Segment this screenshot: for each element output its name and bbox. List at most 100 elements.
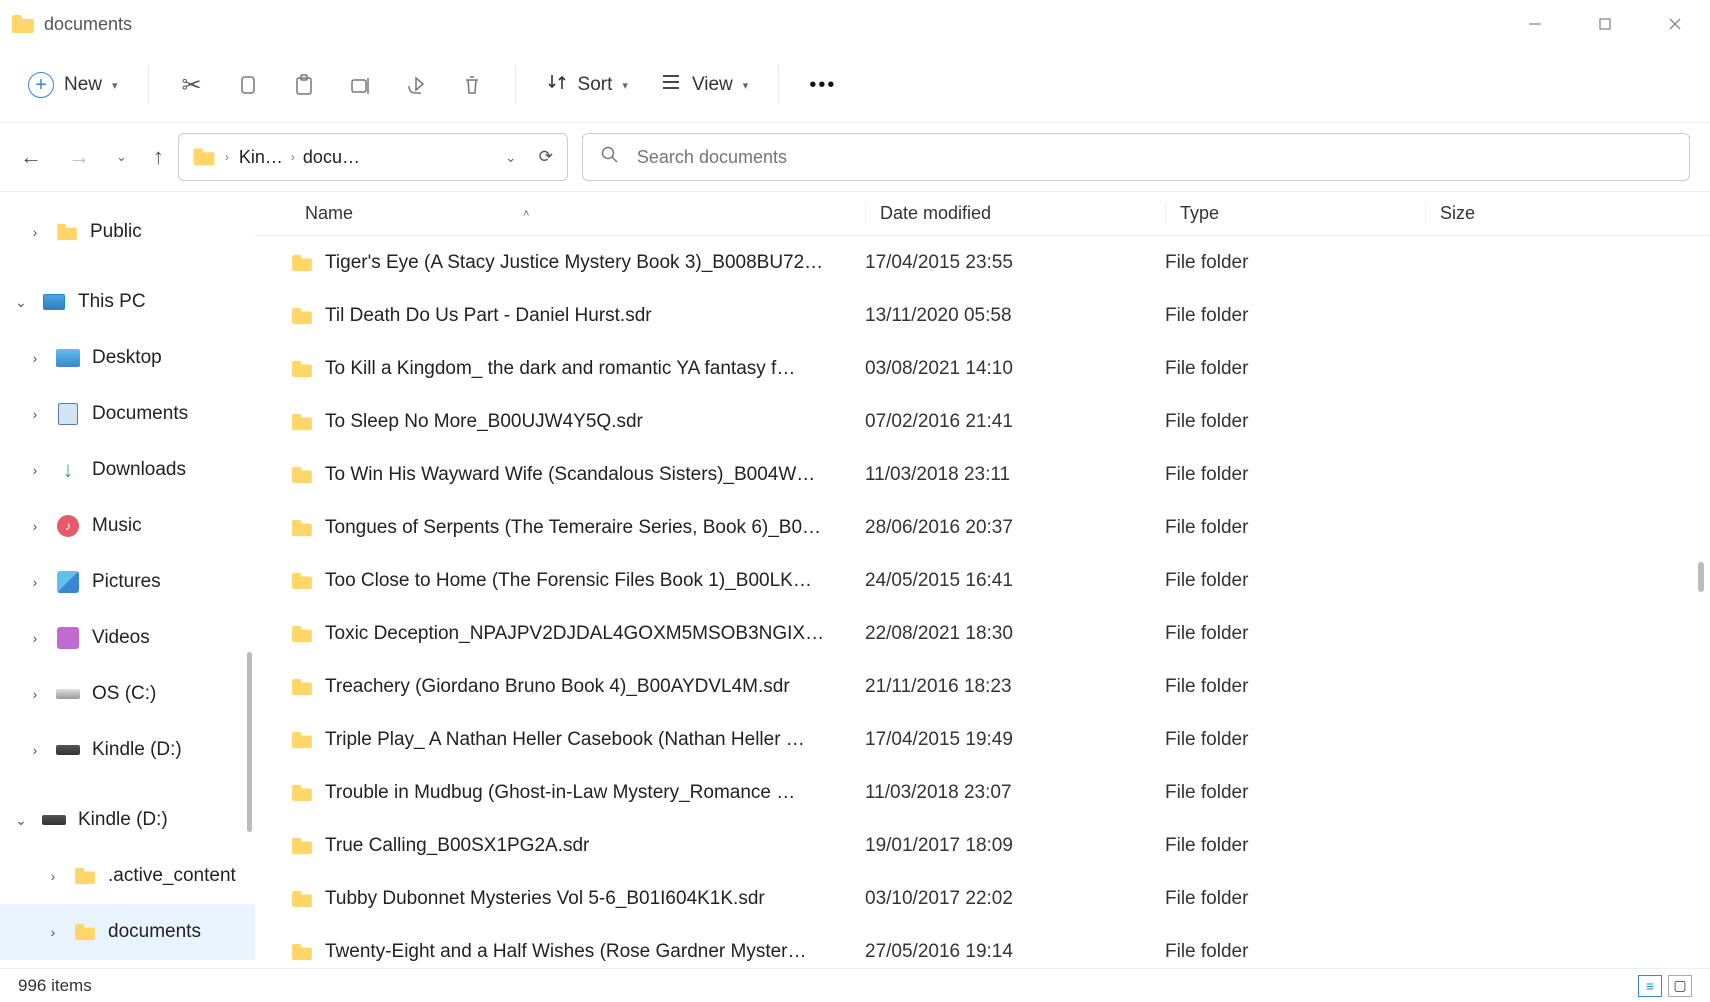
table-row[interactable]: True Calling_B00SX1PG2A.sdr19/01/2017 18… xyxy=(255,819,1710,872)
expander-icon[interactable]: › xyxy=(26,630,44,646)
table-row[interactable]: Too Close to Home (The Forensic Files Bo… xyxy=(255,554,1710,607)
sidebar-item-music[interactable]: › ♪ Music xyxy=(0,498,255,554)
table-row[interactable]: Tubby Dubonnet Mysteries Vol 5-6_B01I604… xyxy=(255,872,1710,925)
expander-icon[interactable]: › xyxy=(26,518,44,534)
separator xyxy=(778,66,779,104)
sidebar-item-thispc[interactable]: ⌄ This PC xyxy=(0,274,255,330)
share-icon[interactable] xyxy=(403,72,429,98)
col-name[interactable]: Name ˄ xyxy=(305,203,865,224)
new-label: New xyxy=(64,74,102,96)
breadcrumb[interactable]: Kin… › docu… xyxy=(239,147,495,168)
search-input[interactable] xyxy=(637,147,1671,168)
close-button[interactable] xyxy=(1640,0,1710,48)
tiles-view-button[interactable]: ▢ xyxy=(1668,975,1692,997)
view-button[interactable]: View ▾ xyxy=(660,71,748,99)
expander-icon[interactable]: › xyxy=(26,742,44,758)
window-controls xyxy=(1500,0,1710,48)
back-button[interactable]: ← xyxy=(20,144,42,170)
item-count: 996 items xyxy=(18,976,92,996)
cut-icon[interactable]: ✂ xyxy=(179,72,205,98)
videos-icon xyxy=(56,626,80,650)
new-button[interactable]: + New ▾ xyxy=(28,72,118,98)
expander-icon[interactable]: › xyxy=(44,924,62,940)
folder-icon xyxy=(292,519,312,535)
cell-type: File folder xyxy=(1165,358,1425,380)
table-row[interactable]: Tiger's Eye (A Stacy Justice Mystery Boo… xyxy=(255,236,1710,289)
address-bar[interactable]: › Kin… › docu… ⌄ ⟳ xyxy=(178,133,568,181)
sidebar-item-osc[interactable]: › OS (C:) xyxy=(0,666,255,722)
table-row[interactable]: Twenty-Eight and a Half Wishes (Rose Gar… xyxy=(255,925,1710,968)
cell-type: File folder xyxy=(1165,676,1425,698)
col-date[interactable]: Date modified xyxy=(865,203,1165,224)
table-row[interactable]: Trouble in Mudbug (Ghost-in-Law Mystery_… xyxy=(255,766,1710,819)
sidebar-scrollbar[interactable] xyxy=(247,652,252,832)
expander-icon[interactable]: › xyxy=(26,574,44,590)
body: › Public ⌄ This PC › Desktop › Documents… xyxy=(0,191,1710,968)
file-name: Tongues of Serpents (The Temeraire Serie… xyxy=(325,517,821,539)
copy-icon[interactable] xyxy=(235,72,261,98)
sidebar: › Public ⌄ This PC › Desktop › Documents… xyxy=(0,192,255,968)
up-button[interactable]: ↑ xyxy=(153,144,164,170)
sort-button[interactable]: Sort ▾ xyxy=(546,71,628,99)
folder-icon xyxy=(193,148,214,165)
expander-icon[interactable]: › xyxy=(44,868,62,884)
search-icon xyxy=(601,146,619,169)
main-scrollbar[interactable] xyxy=(1698,562,1704,592)
details-view-button[interactable]: ≡ xyxy=(1638,975,1662,997)
label: Documents xyxy=(92,403,188,425)
col-date-label: Date modified xyxy=(880,203,991,223)
sidebar-item-documents-drive[interactable]: › documents xyxy=(0,904,255,960)
cell-date: 21/11/2016 18:23 xyxy=(865,676,1165,698)
expander-icon[interactable]: › xyxy=(26,686,44,702)
expander-icon[interactable]: › xyxy=(26,406,44,422)
sidebar-item-desktop[interactable]: › Desktop xyxy=(0,330,255,386)
table-row[interactable]: Tongues of Serpents (The Temeraire Serie… xyxy=(255,501,1710,554)
crumb-1[interactable]: Kin… xyxy=(239,147,283,168)
table-row[interactable]: To Sleep No More_B00UJW4Y5Q.sdr07/02/201… xyxy=(255,395,1710,448)
chevron-down-icon: ▾ xyxy=(743,79,749,92)
expander-icon[interactable]: › xyxy=(26,350,44,366)
music-icon: ♪ xyxy=(56,514,80,538)
sidebar-item-kindle-d-pc[interactable]: › Kindle (D:) xyxy=(0,722,255,778)
expander-icon[interactable]: ⌄ xyxy=(12,294,30,311)
pictures-icon xyxy=(56,570,80,594)
col-type[interactable]: Type xyxy=(1165,203,1425,224)
recent-dropdown[interactable]: ⌄ xyxy=(116,149,127,165)
table-row[interactable]: Toxic Deception_NPAJPV2DJDAL4GOXM5MSOB3N… xyxy=(255,607,1710,660)
expander-icon[interactable]: ⌄ xyxy=(12,812,30,829)
column-headers: Name ˄ Date modified Type Size xyxy=(255,192,1710,236)
forward-button[interactable]: → xyxy=(68,144,90,170)
sidebar-item-active-content[interactable]: › .active_content xyxy=(0,848,255,904)
crumb-sep: › xyxy=(291,150,295,164)
delete-icon[interactable] xyxy=(459,72,485,98)
sidebar-item-pictures[interactable]: › Pictures xyxy=(0,554,255,610)
sidebar-item-documents[interactable]: › Documents xyxy=(0,386,255,442)
expander-icon[interactable]: › xyxy=(26,462,44,478)
sidebar-item-public[interactable]: › Public xyxy=(0,204,255,260)
sidebar-item-kindle-d[interactable]: ⌄ Kindle (D:) xyxy=(0,792,255,848)
label: Pictures xyxy=(92,571,161,593)
search-box[interactable] xyxy=(582,133,1690,181)
table-row[interactable]: Treachery (Giordano Bruno Book 4)_B00AYD… xyxy=(255,660,1710,713)
col-size[interactable]: Size xyxy=(1425,203,1710,224)
crumb-2[interactable]: docu… xyxy=(303,147,360,168)
refresh-button[interactable]: ⟳ xyxy=(539,147,553,167)
more-button[interactable]: ••• xyxy=(809,74,836,97)
cell-date: 24/05/2015 16:41 xyxy=(865,570,1165,592)
address-dropdown[interactable]: ⌄ xyxy=(505,149,517,166)
rename-icon[interactable] xyxy=(347,72,373,98)
table-row[interactable]: To Kill a Kingdom_ the dark and romantic… xyxy=(255,342,1710,395)
minimize-button[interactable] xyxy=(1500,0,1570,48)
sidebar-item-downloads[interactable]: › ↓ Downloads xyxy=(0,442,255,498)
label: Videos xyxy=(92,627,150,649)
table-row[interactable]: To Win His Wayward Wife (Scandalous Sist… xyxy=(255,448,1710,501)
folder-icon xyxy=(292,784,312,800)
paste-icon[interactable] xyxy=(291,72,317,98)
file-name: Trouble in Mudbug (Ghost-in-Law Mystery_… xyxy=(325,782,795,804)
label: Downloads xyxy=(92,459,186,481)
expander-icon[interactable]: › xyxy=(26,224,44,240)
table-row[interactable]: Triple Play_ A Nathan Heller Casebook (N… xyxy=(255,713,1710,766)
maximize-button[interactable] xyxy=(1570,0,1640,48)
table-row[interactable]: Til Death Do Us Part - Daniel Hurst.sdr1… xyxy=(255,289,1710,342)
sidebar-item-videos[interactable]: › Videos xyxy=(0,610,255,666)
